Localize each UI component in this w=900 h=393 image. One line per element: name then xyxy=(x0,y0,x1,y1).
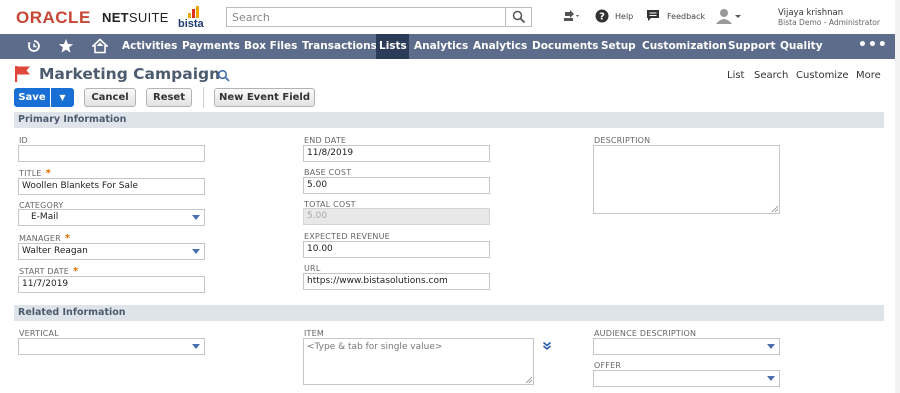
netsuite-logo[interactable]: NETSUITE xyxy=(102,10,169,25)
start-date-field[interactable]: 11/7/2019 xyxy=(18,276,205,293)
bista-logo-bars xyxy=(188,6,202,18)
user-role[interactable]: Bista Demo - Administrator xyxy=(778,18,880,27)
page-link-search[interactable]: Search xyxy=(754,70,788,81)
nav-documents[interactable]: Documents xyxy=(528,34,602,59)
nav-more-menu[interactable]: ••• xyxy=(858,34,888,56)
top-header: ORACLE NETSUITE bista Search ? Help Feed… xyxy=(0,0,900,34)
nav-payments[interactable]: Payments xyxy=(178,34,244,59)
vertical-label: VERTICAL xyxy=(19,329,59,338)
user-avatar-icon[interactable] xyxy=(714,8,742,28)
nav-analytics-2[interactable]: Analytics xyxy=(469,34,531,59)
campaign-flag-icon xyxy=(14,65,32,83)
audience-chevron-down-icon[interactable] xyxy=(767,344,775,349)
nav-customization[interactable]: Customization xyxy=(638,34,731,59)
expected-revenue-label: EXPECTED REVENUE xyxy=(304,232,390,241)
audience-description-label: AUDIENCE DESCRIPTION xyxy=(594,329,697,338)
expected-revenue-field[interactable]: 10.00 xyxy=(303,241,490,258)
nav-analytics-1[interactable]: Analytics xyxy=(410,34,472,59)
item-label: ITEM xyxy=(304,329,325,338)
offer-chevron-down-icon[interactable] xyxy=(767,376,775,381)
description-resize-grip-icon[interactable] xyxy=(771,205,779,213)
bista-logo[interactable]: bista xyxy=(178,6,208,30)
reset-button[interactable]: Reset xyxy=(146,88,192,107)
manager-label-text: MANAGER xyxy=(19,234,61,243)
vertical-select[interactable] xyxy=(18,338,205,355)
cancel-button[interactable]: Cancel xyxy=(84,88,136,107)
manager-select[interactable]: Walter Reagan xyxy=(18,243,205,260)
search-icon xyxy=(512,10,526,24)
page-scrollbar[interactable] xyxy=(895,0,900,393)
nav-setup[interactable]: Setup xyxy=(597,34,640,59)
start-date-label-text: START DATE xyxy=(19,267,70,276)
offer-label: OFFER xyxy=(594,361,622,370)
netsuite-logo-bold: NET xyxy=(102,10,129,25)
manager-select-value: Walter Reagan xyxy=(22,246,88,256)
help-link[interactable]: Help xyxy=(615,12,633,21)
main-navigation: Activities Payments Box Files Transactio… xyxy=(0,34,900,59)
base-cost-label: BASE COST xyxy=(304,168,352,177)
title-label-text: TITLE xyxy=(19,169,42,178)
related-information-section[interactable]: Related Information xyxy=(14,305,884,321)
favorites-star-icon[interactable] xyxy=(58,38,74,58)
item-multiselect[interactable]: <Type & tab for single value> xyxy=(303,338,534,385)
user-name[interactable]: Vijaya krishnan xyxy=(778,8,843,18)
id-label: ID xyxy=(19,136,28,145)
toolbar-divider xyxy=(203,87,204,108)
audience-description-select[interactable] xyxy=(593,338,780,355)
save-options-dropdown[interactable]: ▼ xyxy=(51,88,74,107)
record-search-icon[interactable] xyxy=(217,68,231,82)
page-title: Marketing Campaign xyxy=(39,65,221,83)
manager-chevron-down-icon[interactable] xyxy=(192,249,200,254)
new-event-field-button[interactable]: New Event Field xyxy=(214,88,315,107)
recent-records-icon[interactable] xyxy=(562,9,582,27)
base-cost-field[interactable]: 5.00 xyxy=(303,177,490,194)
save-button[interactable]: Save xyxy=(14,88,50,107)
description-label: DESCRIPTION xyxy=(594,136,651,145)
page-link-list[interactable]: List xyxy=(727,70,744,81)
feedback-link[interactable]: Feedback xyxy=(667,12,705,21)
nav-lists[interactable]: Lists xyxy=(376,34,409,59)
recent-history-icon[interactable] xyxy=(27,39,41,57)
offer-select[interactable] xyxy=(593,370,780,387)
url-label: URL xyxy=(304,264,321,273)
global-search-button[interactable] xyxy=(506,7,532,27)
home-icon[interactable] xyxy=(90,38,110,58)
help-icon[interactable]: ? xyxy=(595,9,609,27)
page-link-customize[interactable]: Customize xyxy=(796,70,849,81)
url-field[interactable]: https://www.bistasolutions.com xyxy=(303,273,490,290)
oracle-logo[interactable]: ORACLE xyxy=(16,8,91,28)
end-date-label: END DATE xyxy=(304,136,347,145)
description-textarea[interactable] xyxy=(593,145,780,214)
page-link-more[interactable]: More xyxy=(856,70,881,81)
primary-information-section[interactable]: Primary Information xyxy=(14,112,884,128)
nav-box-files[interactable]: Box Files xyxy=(240,34,301,59)
id-field[interactable] xyxy=(18,145,205,162)
item-resize-grip-icon[interactable] xyxy=(525,376,533,384)
netsuite-logo-rest: SUITE xyxy=(128,10,169,25)
nav-transactions[interactable]: Transactions xyxy=(298,34,381,59)
nav-support[interactable]: Support xyxy=(724,34,779,59)
end-date-field[interactable]: 11/8/2019 xyxy=(303,145,490,162)
category-select-value: E-Mail xyxy=(31,212,59,222)
svg-text:?: ? xyxy=(599,12,605,23)
feedback-icon[interactable] xyxy=(646,9,660,26)
category-chevron-down-icon[interactable] xyxy=(192,215,200,220)
bista-logo-word: bista xyxy=(178,18,204,30)
category-select[interactable]: E-Mail xyxy=(18,209,205,226)
nav-activities[interactable]: Activities xyxy=(118,34,181,59)
vertical-chevron-down-icon[interactable] xyxy=(192,344,200,349)
nav-quality[interactable]: Quality xyxy=(776,34,827,59)
global-search-input[interactable]: Search xyxy=(226,7,506,27)
item-expand-double-chevron-icon[interactable] xyxy=(542,341,552,351)
total-cost-field: 5.00 xyxy=(303,208,490,225)
title-field[interactable]: Woollen Blankets For Sale xyxy=(18,178,205,195)
